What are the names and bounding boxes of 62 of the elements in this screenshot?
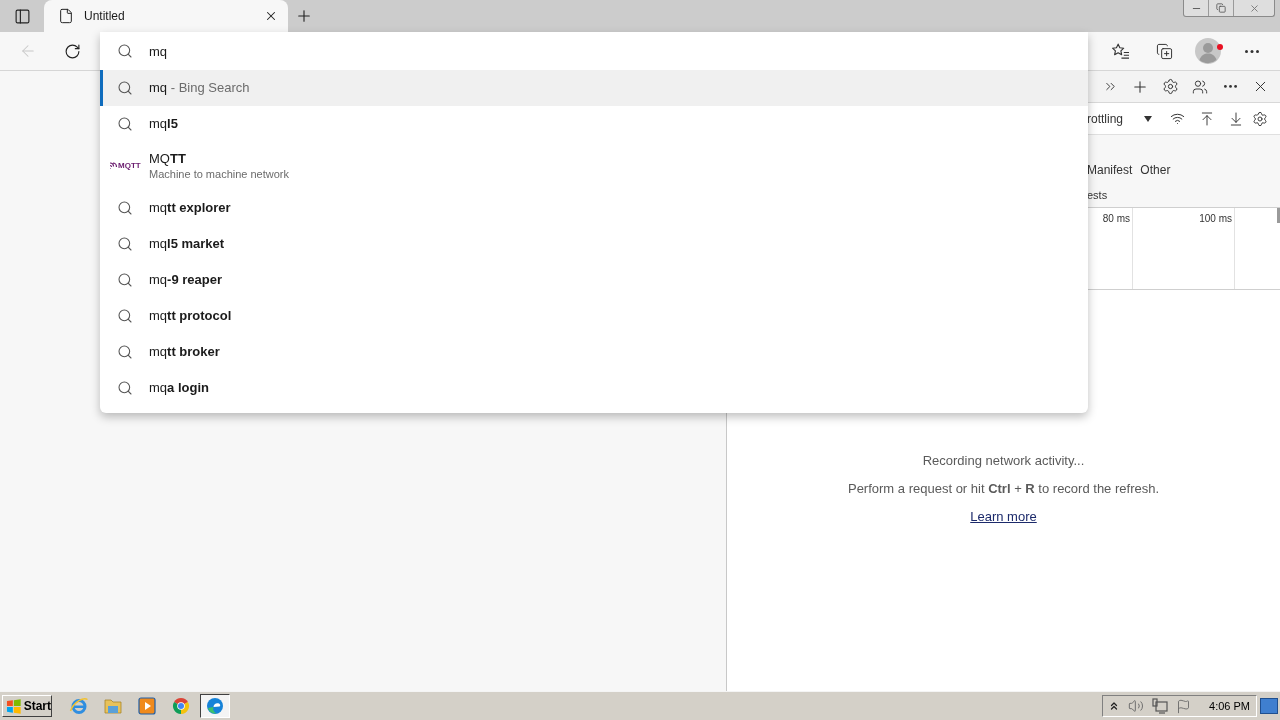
taskbar-app-button[interactable] [200,694,230,718]
dropdown-caret-icon [1144,115,1152,122]
browser-tab[interactable]: Untitled [44,0,288,32]
tick-label: 80 ms [1102,212,1130,226]
suggestion-item[interactable]: MQTT MQTT Machine to machine network [100,142,1088,190]
squares-plus-icon [1155,42,1173,60]
people-icon [1192,78,1208,95]
search-icon [117,116,133,132]
close-icon [1248,2,1260,14]
suggestion-item[interactable]: mqa login [100,370,1088,406]
restore-icon [1216,3,1226,13]
suggestion-item[interactable]: mqtt explorer [100,190,1088,226]
document-icon [58,8,74,24]
settings-icon [1252,110,1268,127]
refresh-icon [63,42,81,60]
search-icon [117,344,133,360]
learn-more-link[interactable]: Learn more [970,507,1037,526]
play-tile-icon [137,696,157,716]
status-text: Recording network activity... [922,451,1085,470]
suggestion-item[interactable]: mql5 market [100,226,1088,262]
scrollbar-thumb[interactable] [1277,208,1280,223]
sidebar-icon [13,7,31,25]
folder-icon [103,696,123,716]
waves-icon [109,162,117,170]
network-computer-icon[interactable] [1152,698,1169,714]
search-icon [117,236,133,252]
suggestion-item[interactable]: mql5 [100,106,1088,142]
search-icon [117,200,133,216]
suggestion-item[interactable]: mq-9 reaper [100,262,1088,298]
search-icon [117,43,133,59]
throttling-dropdown[interactable]: rottling [1087,106,1163,131]
search-icon [117,380,133,396]
search-icon [117,308,133,324]
swirl-icon [205,696,225,716]
suggestion-item[interactable]: mqtt broker [100,334,1088,370]
option-label: ests [1087,188,1108,203]
plus-icon [295,7,313,25]
speaker-icon[interactable] [1128,698,1145,714]
show-desktop-button[interactable] [1260,698,1278,714]
logo-text: MQTT [118,162,141,170]
close-icon [264,9,278,23]
search-icon [117,80,133,96]
suggestion-item[interactable]: mqtt protocol [100,298,1088,334]
more-icon [1245,49,1259,53]
tick-label: 100 ms [1199,212,1232,226]
start-button[interactable]: Start [2,695,52,717]
suggestion-item[interactable]: mq - Bing Search [100,70,1088,106]
avatar-icon [1195,38,1221,64]
hint-text: Perform a request or hit Ctrl + R to record the refresh. [847,479,1160,498]
windows-flag-icon [6,698,22,714]
e-swoosh-icon [69,696,89,716]
search-icon [117,272,133,288]
filter-type-button[interactable]: Other [1140,162,1171,178]
wifi-icon [1170,111,1185,126]
chrome-ball-icon [171,696,191,716]
clock-text[interactable]: 4:06 PM [1209,697,1250,715]
more-icon [1223,85,1237,88]
filter-type-button[interactable]: Manifest [1087,162,1133,178]
star-list-icon [1110,42,1130,60]
address-field[interactable]: mq [149,39,1088,63]
flag-icon[interactable] [1176,698,1192,714]
settings-icon [1161,78,1179,95]
